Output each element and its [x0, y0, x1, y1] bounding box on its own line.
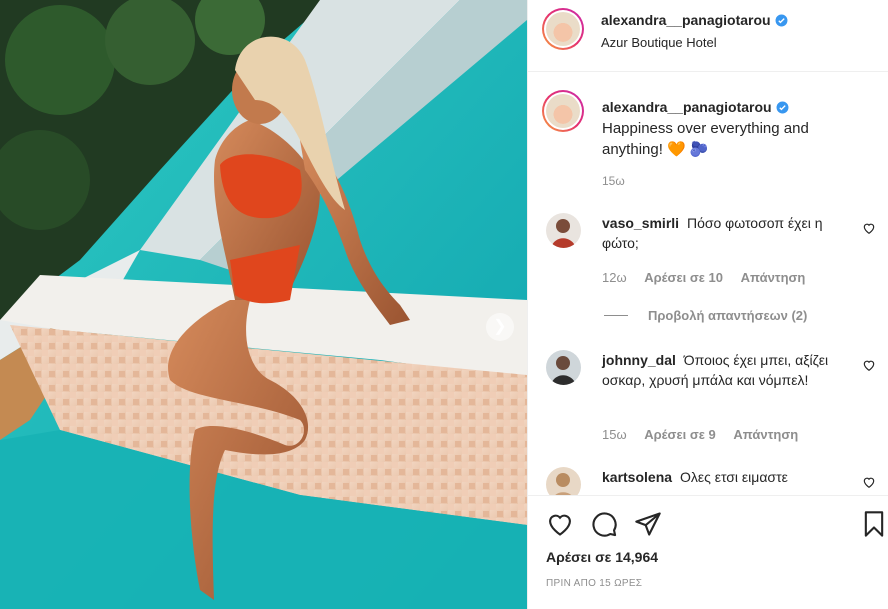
post-location[interactable]: Azur Boutique Hotel [601, 35, 717, 50]
comment-text: Ολες ετσι ειμαστε [679, 469, 788, 485]
comment-likes[interactable]: Αρέσει σε 10 [644, 270, 723, 285]
comment-item: kartsolena Ολες ετσι ειμαστε [546, 467, 876, 495]
comment-username[interactable]: kartsolena [602, 469, 672, 485]
comment-item: vaso_smirli Πόσο φωτοσοπ έχει η φώτο; 12… [546, 213, 876, 293]
replies-divider [604, 315, 628, 316]
caption-avatar[interactable] [542, 90, 584, 132]
post-image [0, 0, 527, 609]
comment-meta: 15ω Αρέσει σε 9 Απάντηση [602, 427, 812, 442]
comment-like-heart-icon[interactable] [862, 221, 876, 235]
heart-icon[interactable] [546, 510, 574, 538]
verified-badge-icon [775, 14, 788, 27]
share-icon[interactable] [634, 510, 662, 538]
caption-time[interactable]: 15ω [602, 174, 625, 188]
author-username[interactable]: alexandra__panagiotarou [601, 12, 771, 28]
comment-text-block: kartsolena Ολες ετσι ειμαστε [602, 467, 832, 487]
comment-icon[interactable] [590, 510, 618, 538]
comment-item: johnny_dal Όποιος έχει μπει, αξίζει οσκα… [546, 350, 876, 445]
comment-like-heart-icon[interactable] [862, 475, 876, 489]
post-timestamp[interactable]: ΠΡΙΝ ΑΠΟ 15 ΩΡΕΣ [546, 578, 642, 589]
commenter-avatar[interactable] [546, 350, 581, 385]
comment-username[interactable]: vaso_smirli [602, 215, 679, 231]
next-photo-button[interactable]: ❯ [486, 313, 514, 341]
commenter-avatar[interactable] [546, 467, 581, 495]
verified-badge-icon [776, 101, 789, 114]
caption-text-block: alexandra__panagiotarou Happiness over e… [602, 97, 862, 160]
comment-meta: 12ω Αρέσει σε 10 Απάντηση [602, 270, 819, 285]
comment-time[interactable]: 12ω [602, 270, 627, 285]
comment-text-block: johnny_dal Όποιος έχει μπει, αξίζει οσκα… [602, 350, 832, 390]
bookmark-icon[interactable] [860, 510, 888, 538]
view-replies-label[interactable]: Προβολή απαντήσεων (2) [648, 308, 807, 323]
post-photo[interactable]: ❯ [0, 0, 527, 609]
comment-likes[interactable]: Αρέσει σε 9 [644, 427, 716, 442]
post-actions-bar: Αρέσει σε 14,964 ΠΡΙΝ ΑΠΟ 15 ΩΡΕΣ [528, 495, 888, 609]
post-sidebar: alexandra__panagiotarou Azur Boutique Ho… [527, 0, 888, 609]
reply-button[interactable]: Απάντηση [733, 427, 798, 442]
comment-time[interactable]: 15ω [602, 427, 627, 442]
view-replies-button[interactable]: Προβολή απαντήσεων (2) [604, 308, 807, 323]
author-username-link[interactable]: alexandra__panagiotarou [601, 12, 788, 28]
caption-text: Happiness over everything and anything! … [602, 120, 809, 158]
comment-text-block: vaso_smirli Πόσο φωτοσοπ έχει η φώτο; [602, 213, 832, 253]
likes-count[interactable]: Αρέσει σε 14,964 [546, 549, 658, 565]
commenter-avatar[interactable] [546, 213, 581, 248]
author-avatar[interactable] [542, 8, 584, 50]
comment-like-heart-icon[interactable] [862, 358, 876, 372]
post-header: alexandra__panagiotarou Azur Boutique Ho… [528, 0, 888, 72]
caption-username[interactable]: alexandra__panagiotarou [602, 99, 772, 115]
comment-username[interactable]: johnny_dal [602, 352, 676, 368]
reply-button[interactable]: Απάντηση [741, 270, 806, 285]
chevron-right-icon: ❯ [493, 318, 507, 335]
